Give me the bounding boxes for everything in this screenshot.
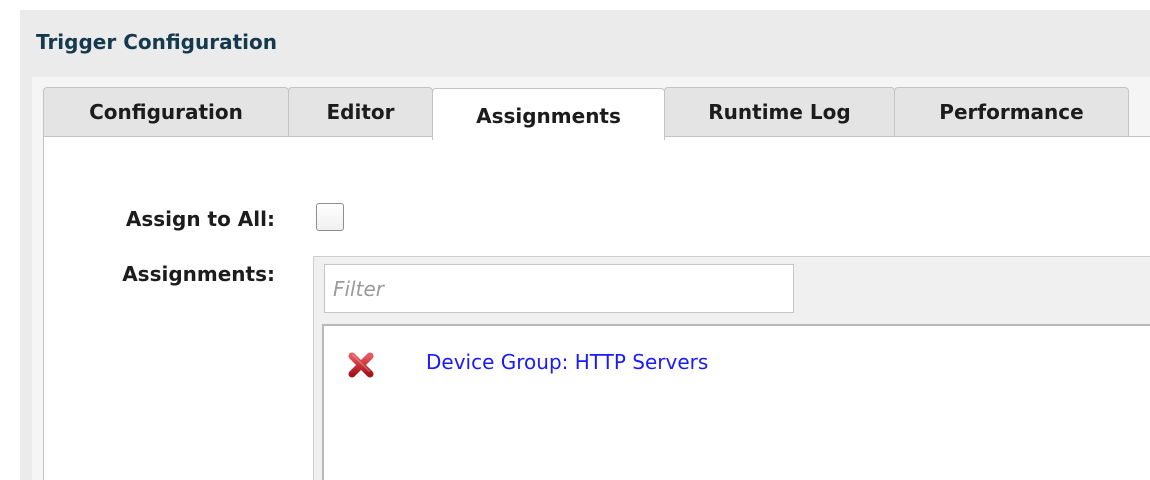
page: Trigger Configuration Configuration Edit… (0, 0, 1150, 480)
assignments-label: Assignments: (122, 262, 275, 286)
assign-to-all-checkbox[interactable] (316, 203, 344, 231)
assignment-item-link[interactable]: Device Group: HTTP Servers (426, 350, 708, 374)
assignments-list (322, 324, 1150, 480)
assign-to-all-label: Assign to All: (125, 207, 275, 231)
tab-editor[interactable]: Editor (288, 87, 433, 137)
panel-title: Trigger Configuration (36, 30, 277, 54)
tab-assignments[interactable]: Assignments (432, 88, 665, 140)
filter-input[interactable] (324, 264, 794, 313)
tab-configuration[interactable]: Configuration (43, 87, 289, 137)
remove-x-icon[interactable] (346, 350, 376, 380)
tab-performance[interactable]: Performance (894, 87, 1129, 137)
tab-runtime-log[interactable]: Runtime Log (664, 87, 895, 137)
